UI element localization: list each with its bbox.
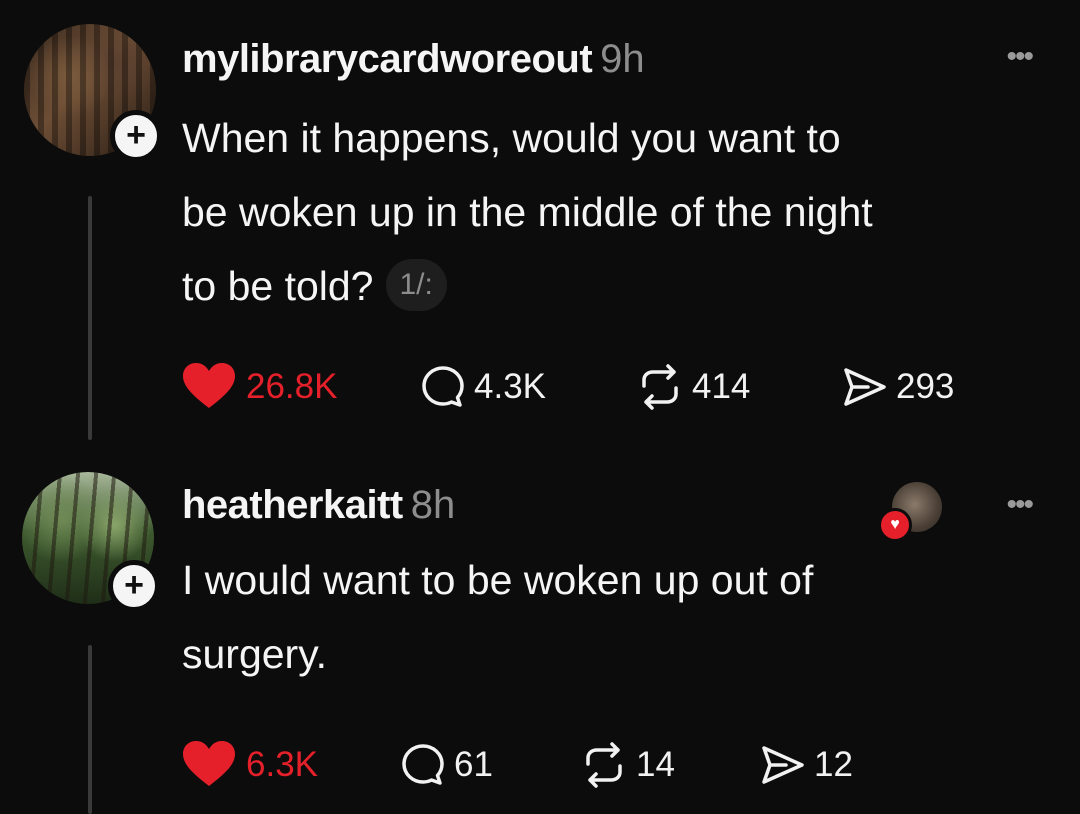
repost-button[interactable]: 14: [580, 740, 675, 790]
username[interactable]: mylibrarycardworeout: [182, 37, 593, 81]
repost-count: 14: [636, 745, 675, 784]
share-button[interactable]: 12: [760, 740, 853, 790]
reply-button[interactable]: 4.3K: [420, 362, 546, 412]
post-header: heatherkaitt 8h: [182, 481, 455, 529]
username[interactable]: heatherkaitt: [182, 483, 403, 527]
post-text: When it happens, would you want to be wo…: [182, 101, 1062, 323]
reply-count: 4.3K: [474, 367, 546, 406]
send-icon: [762, 746, 804, 784]
author-liked-heart-icon: ♥: [878, 508, 912, 542]
share-count: 293: [896, 367, 955, 406]
post-text: I would want to be woken up out of surge…: [182, 543, 1062, 691]
thread-post: + mylibrarycardworeout 9h ••• When it hap…: [0, 0, 1080, 450]
post-text-line: When it happens, would you want to: [182, 115, 841, 161]
heart-icon: [183, 363, 235, 408]
share-button[interactable]: 293: [842, 362, 954, 412]
timestamp: 9h: [600, 37, 645, 81]
comment-bubble-icon: [422, 366, 464, 407]
post-text-line-content: to be told?: [182, 263, 374, 309]
repost-count: 414: [692, 367, 751, 406]
repost-arrows-icon: [642, 364, 678, 410]
repost-button[interactable]: 414: [636, 362, 750, 412]
follow-plus-icon[interactable]: +: [108, 560, 160, 612]
reply-count: 61: [454, 745, 493, 784]
reply-button[interactable]: 61: [400, 740, 493, 790]
share-count: 12: [814, 745, 853, 784]
post-text-line: to be told? 1/:: [182, 249, 1062, 323]
more-dots-icon[interactable]: •••: [1006, 42, 1033, 72]
like-count: 26.8K: [246, 367, 338, 406]
post-text-line: I would want to be woken up out of: [182, 557, 814, 603]
like-button[interactable]: 6.3K: [180, 740, 318, 790]
more-dots-icon[interactable]: •••: [1006, 490, 1033, 520]
comment-bubble-icon: [402, 744, 444, 785]
heart-icon: [183, 741, 235, 786]
post-header: mylibrarycardworeout 9h: [182, 35, 645, 83]
post-text-line: be woken up in the middle of the night: [182, 189, 873, 235]
thread-post: + heatherkaitt 8h ♥ ••• I would want to b…: [0, 450, 1080, 814]
page-indicator: 1/:: [385, 259, 447, 312]
thread-connector-line: [88, 196, 92, 440]
timestamp: 8h: [410, 483, 456, 527]
post-text-line: surgery.: [182, 631, 328, 677]
like-button[interactable]: 26.8K: [180, 362, 337, 412]
thread-connector-line: [88, 645, 92, 814]
like-count: 6.3K: [246, 745, 318, 784]
send-icon: [844, 368, 886, 406]
repost-arrows-icon: [586, 742, 622, 788]
follow-plus-icon[interactable]: +: [110, 110, 162, 162]
